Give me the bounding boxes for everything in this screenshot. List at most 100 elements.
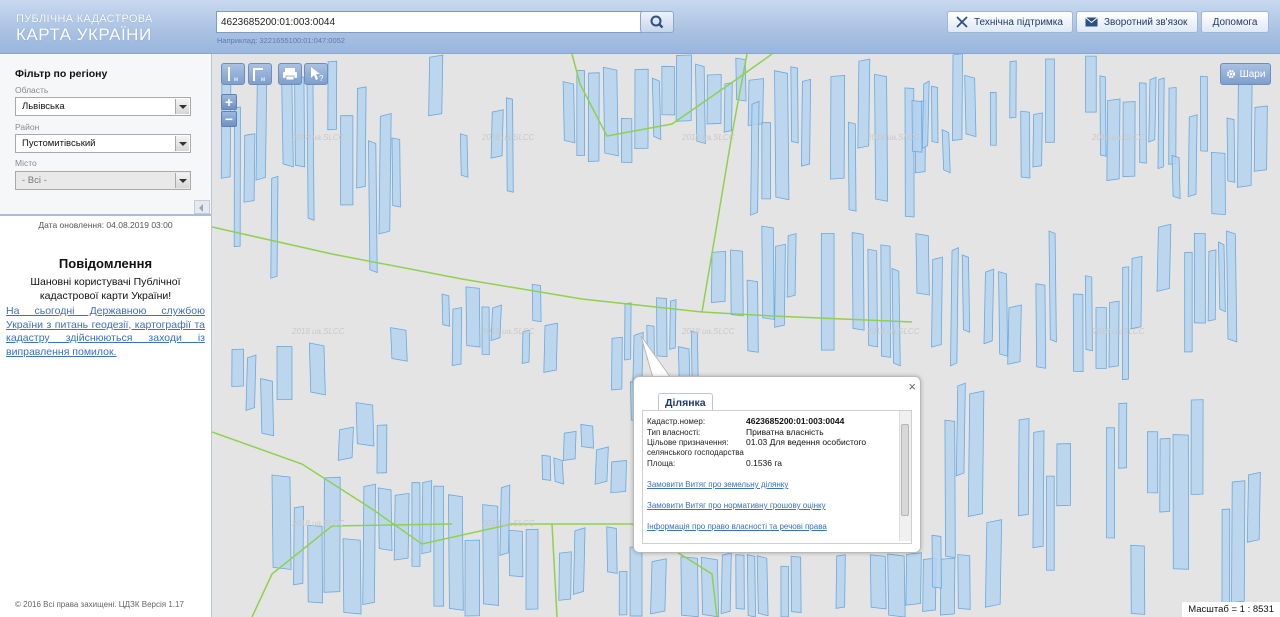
land-parcel[interactable] [921, 80, 930, 150]
zoom-in-button[interactable]: + [221, 94, 237, 110]
land-parcel[interactable] [572, 527, 586, 595]
land-parcel[interactable] [1139, 82, 1147, 164]
order-valuation-link[interactable]: Замовити Витяг про нормативну грошову оц… [647, 501, 826, 510]
land-parcel[interactable] [944, 419, 956, 558]
search-button[interactable] [640, 11, 674, 33]
land-parcel[interactable] [271, 474, 292, 570]
land-parcel[interactable] [950, 246, 959, 367]
land-parcel[interactable] [730, 249, 744, 317]
land-parcel[interactable] [356, 86, 367, 189]
cadastral-search-input[interactable] [216, 11, 642, 33]
land-parcel[interactable] [377, 487, 393, 552]
land-parcel[interactable] [465, 286, 481, 348]
land-parcel[interactable] [245, 354, 257, 412]
land-parcel[interactable] [1221, 508, 1231, 613]
land-parcel[interactable] [790, 66, 799, 144]
land-parcel[interactable] [368, 140, 378, 274]
land-parcel[interactable] [602, 66, 619, 157]
land-parcel[interactable] [1035, 283, 1047, 369]
land-parcel[interactable] [342, 538, 362, 615]
land-parcel[interactable] [1226, 230, 1238, 343]
land-parcel[interactable] [340, 115, 354, 206]
land-parcel[interactable] [1226, 117, 1236, 183]
land-parcel[interactable] [1217, 241, 1226, 313]
land-parcel[interactable] [1159, 437, 1171, 513]
land-parcel[interactable] [553, 457, 564, 485]
land-parcel[interactable] [756, 555, 769, 617]
land-parcel[interactable] [543, 322, 558, 373]
land-parcel[interactable] [1168, 87, 1177, 165]
land-parcel[interactable] [531, 283, 542, 323]
land-parcel[interactable] [774, 70, 790, 201]
land-parcel[interactable] [541, 454, 552, 481]
help-button[interactable]: Допомога [1201, 11, 1269, 33]
land-parcel[interactable] [989, 91, 997, 146]
land-parcel[interactable] [1190, 399, 1204, 495]
land-parcel[interactable] [337, 426, 354, 461]
land-parcel[interactable] [624, 302, 632, 361]
land-parcel[interactable] [391, 137, 401, 208]
measure-distance-button[interactable]: м [221, 63, 245, 85]
land-parcel[interactable] [1118, 402, 1128, 469]
land-parcel[interactable] [1193, 232, 1206, 324]
land-parcel[interactable] [1200, 75, 1208, 152]
land-parcel[interactable] [307, 524, 323, 604]
land-parcel[interactable] [746, 554, 756, 617]
land-parcel[interactable] [735, 554, 745, 610]
land-parcel[interactable] [952, 54, 963, 141]
land-parcel[interactable] [1156, 223, 1172, 292]
land-parcel[interactable] [1187, 114, 1198, 198]
land-parcel[interactable] [1085, 55, 1097, 113]
land-parcel[interactable] [1072, 293, 1084, 373]
land-parcel[interactable] [355, 402, 375, 447]
land-parcel[interactable] [931, 256, 943, 348]
land-parcel[interactable] [327, 60, 338, 131]
land-parcel[interactable] [255, 72, 268, 181]
land-parcel[interactable] [231, 348, 245, 387]
land-parcel[interactable] [464, 539, 481, 617]
land-parcel[interactable] [459, 133, 469, 178]
land-parcel[interactable] [800, 78, 812, 167]
land-parcel[interactable] [562, 81, 576, 144]
district-select[interactable]: Пустомитівський [15, 134, 191, 153]
layers-button[interactable]: Шари [1220, 63, 1271, 85]
land-parcel[interactable] [576, 70, 585, 156]
land-parcel[interactable] [880, 244, 892, 358]
land-parcel[interactable] [1236, 82, 1253, 188]
land-parcel[interactable] [984, 519, 1003, 608]
land-parcel[interactable] [1020, 110, 1031, 179]
land-parcel[interactable] [830, 75, 846, 180]
land-parcel[interactable] [1046, 475, 1055, 571]
land-parcel[interactable] [957, 554, 971, 610]
land-parcel[interactable] [508, 529, 524, 578]
identify-button[interactable]: ? [304, 63, 328, 85]
land-parcel[interactable] [1032, 430, 1045, 549]
land-parcel[interactable] [1048, 230, 1057, 343]
land-parcel[interactable] [651, 77, 662, 141]
land-parcel[interactable] [276, 346, 293, 400]
land-parcel[interactable] [1130, 544, 1146, 615]
feedback-button[interactable]: Зворотний зв'язок [1076, 11, 1198, 33]
measure-area-button[interactable]: м [248, 63, 272, 85]
scrollbar-thumb[interactable] [901, 424, 909, 516]
land-parcel[interactable] [378, 112, 392, 235]
land-parcel[interactable] [905, 552, 922, 606]
land-parcel[interactable] [746, 279, 759, 353]
land-parcel[interactable] [620, 118, 633, 163]
land-parcel[interactable] [243, 133, 256, 203]
land-parcel[interactable] [629, 546, 643, 617]
tab-parcel[interactable]: Ділянка [658, 393, 713, 411]
order-extract-link[interactable]: Замовити Витяг про земельну ділянку [647, 480, 788, 489]
land-parcel[interactable] [720, 552, 732, 615]
land-parcel[interactable] [441, 293, 451, 327]
land-parcel[interactable] [835, 554, 846, 609]
land-parcel[interactable] [820, 232, 835, 351]
collapse-sidebar-button[interactable] [194, 200, 210, 214]
land-parcel[interactable] [1032, 112, 1043, 168]
tech-support-button[interactable]: Технічна підтримка [947, 11, 1073, 33]
land-parcel[interactable] [281, 78, 294, 168]
land-parcel[interactable] [558, 551, 572, 601]
land-parcel[interactable] [998, 271, 1009, 357]
land-parcel[interactable] [931, 534, 942, 589]
land-parcel[interactable] [390, 327, 408, 362]
